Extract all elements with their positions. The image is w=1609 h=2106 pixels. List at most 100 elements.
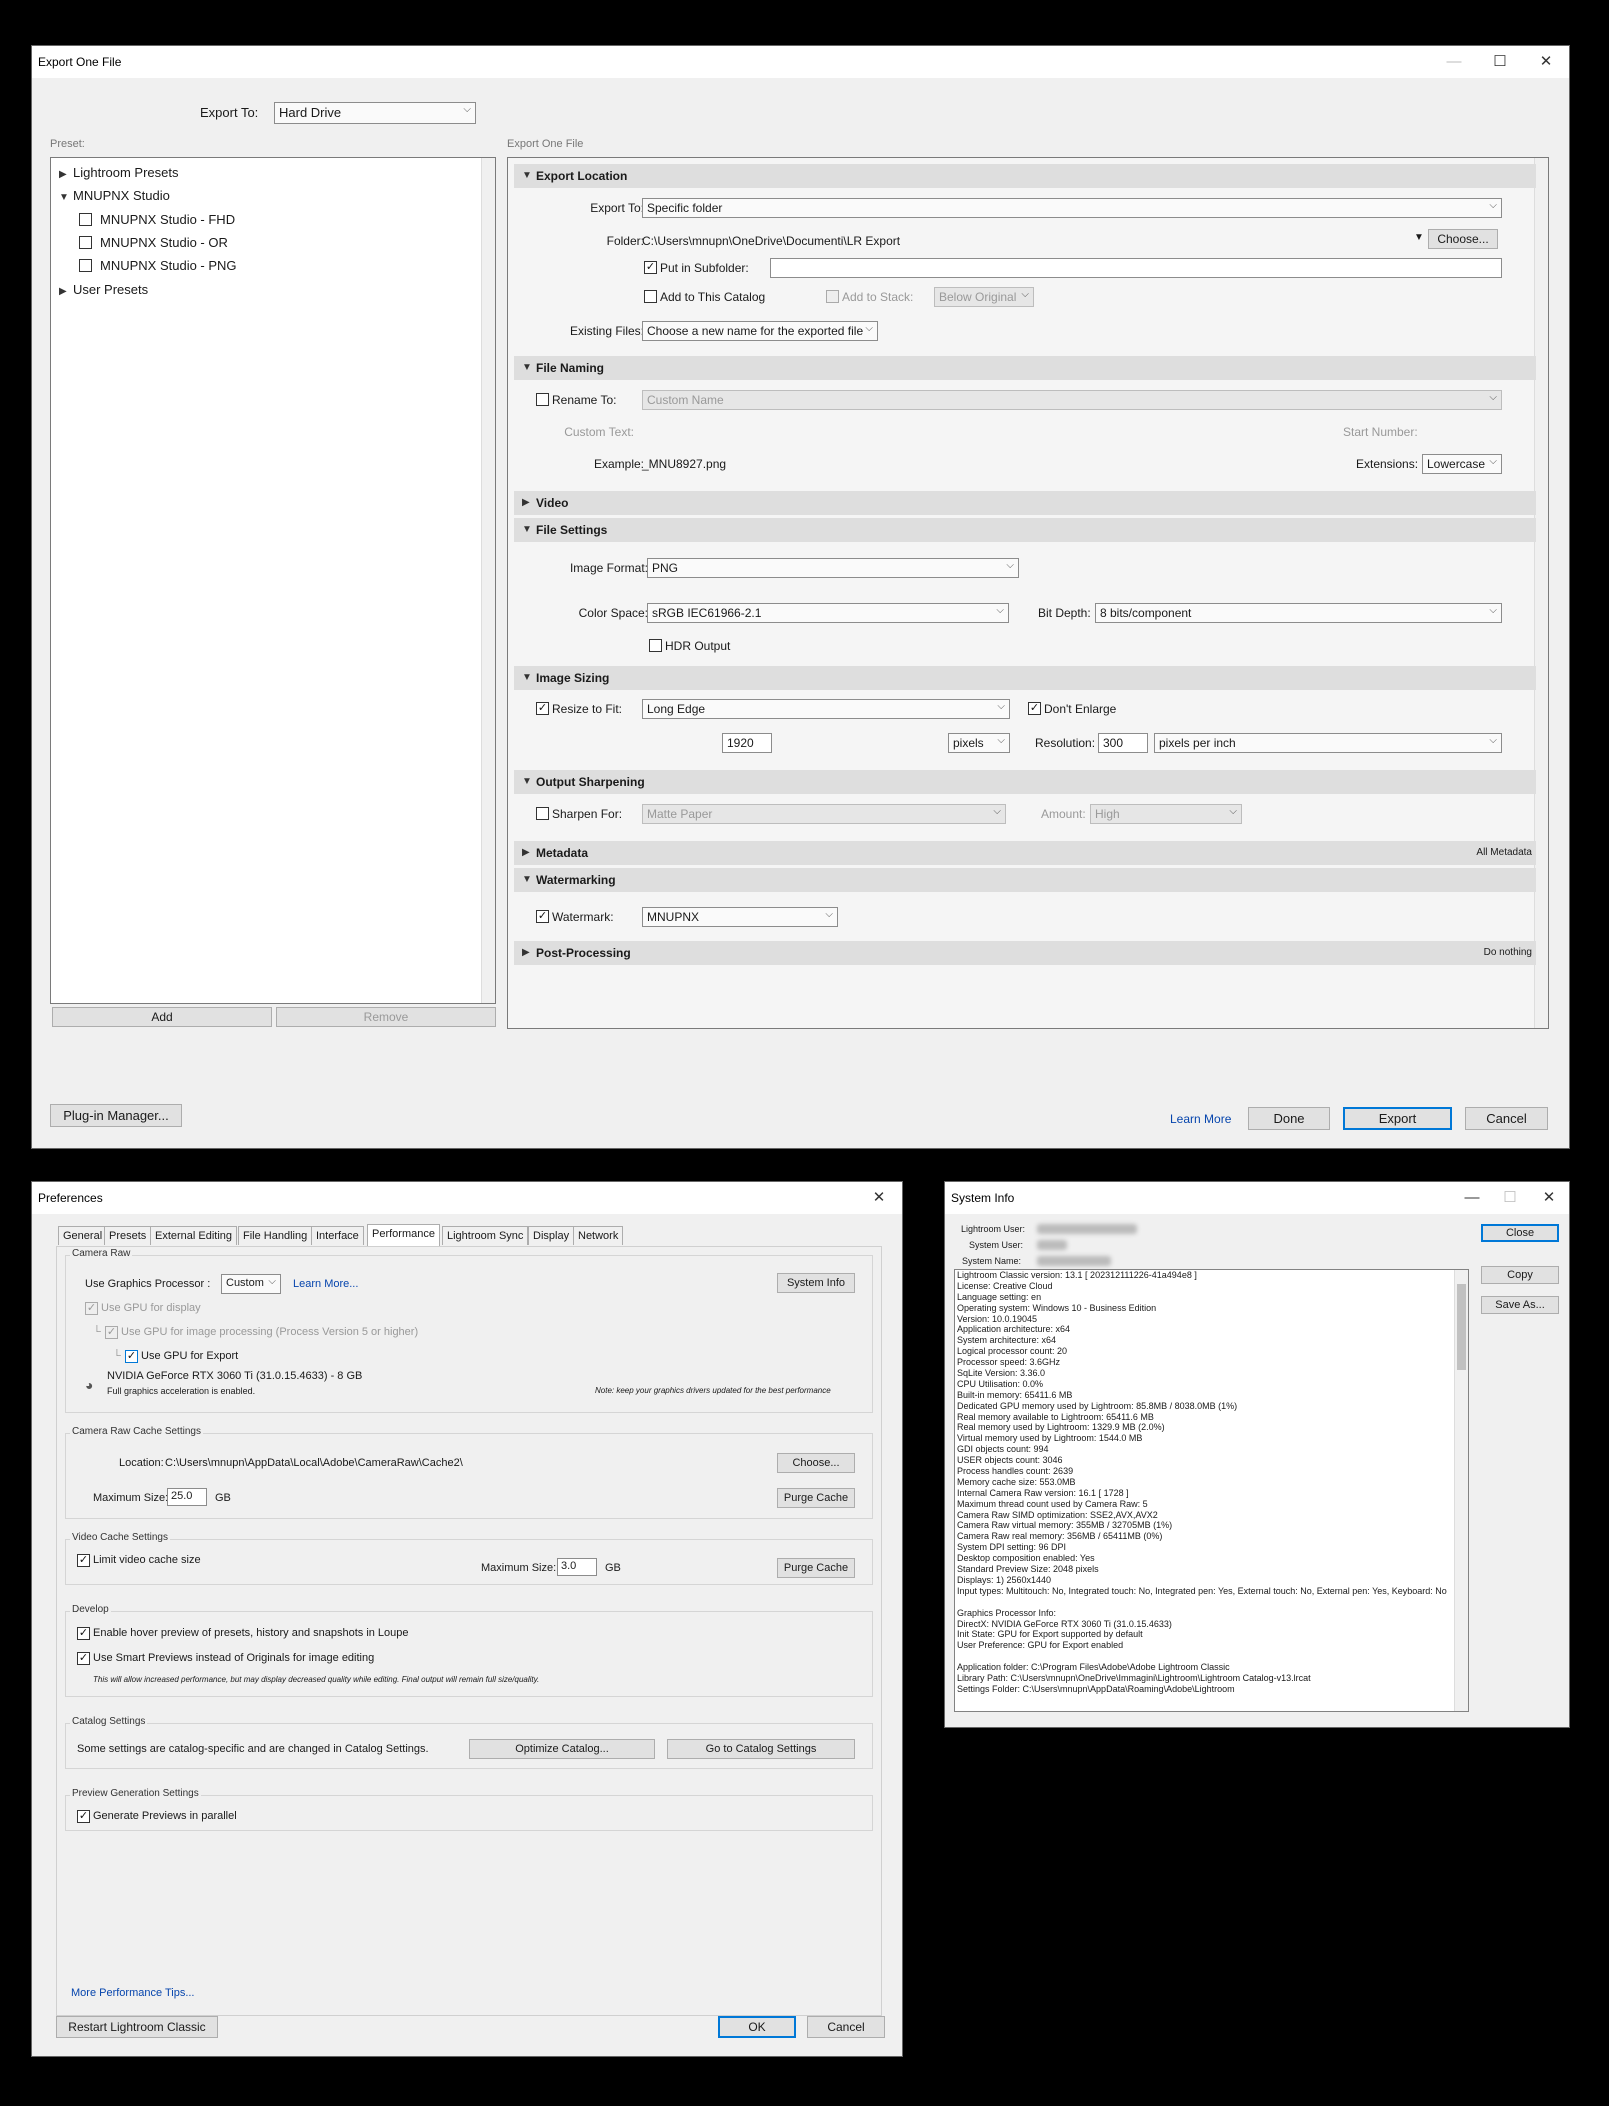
gp-learn-more-link[interactable]: Learn More...	[293, 1278, 358, 1290]
bit-depth-select[interactable]: 8 bits/component	[1095, 603, 1502, 623]
more-tips-link[interactable]: More Performance Tips...	[71, 1987, 195, 1999]
tree-preset-or[interactable]: MNUPNX Studio - OR	[79, 235, 228, 250]
minimize-icon[interactable]: —	[1453, 1182, 1491, 1214]
add-preset-button[interactable]: Add	[52, 1007, 272, 1027]
size-input[interactable]: 1920	[722, 733, 772, 753]
preset-checkbox[interactable]	[79, 236, 92, 249]
maximize-icon[interactable]: ☐	[1491, 1182, 1529, 1214]
cancel-export-button[interactable]: Cancel	[1465, 1107, 1548, 1130]
add-catalog-checkbox[interactable]	[644, 290, 657, 303]
section-file-settings[interactable]: ▼ File Settings	[514, 518, 1536, 542]
export-button[interactable]: Export	[1343, 1107, 1452, 1130]
sysinfo-close-button[interactable]: Close	[1481, 1224, 1559, 1242]
preset-checkbox[interactable]	[79, 259, 92, 272]
section-metadata[interactable]: ▶ Metadata All Metadata	[514, 841, 1536, 865]
export-to-select[interactable]: Hard Drive	[274, 102, 476, 124]
existing-files-select[interactable]: Choose a new name for the exported file	[642, 321, 878, 341]
tab-file-handling[interactable]: File Handling	[238, 1226, 313, 1245]
resize-checkbox[interactable]: ✓	[536, 702, 549, 715]
close-icon[interactable]: ✕	[1523, 46, 1569, 78]
done-button[interactable]: Done	[1248, 1107, 1330, 1130]
resize-mode-select[interactable]: Long Edge	[642, 699, 1010, 719]
section-post-processing[interactable]: ▶ Post-Processing Do nothing	[514, 941, 1536, 965]
parallel-previews-checkbox[interactable]: ✓	[77, 1810, 90, 1823]
resolution-input[interactable]: 300	[1098, 733, 1148, 753]
tree-preset-png[interactable]: MNUPNX Studio - PNG	[79, 258, 237, 273]
resolution-unit-select[interactable]: pixels per inch	[1154, 733, 1502, 753]
remove-preset-button[interactable]: Remove	[276, 1007, 496, 1027]
gpu-display-checkbox[interactable]: ✓	[85, 1302, 98, 1315]
sharpen-checkbox[interactable]	[536, 807, 549, 820]
watermark-checkbox[interactable]: ✓	[536, 910, 549, 923]
size-unit-select[interactable]: pixels	[948, 733, 1010, 753]
learn-more-link[interactable]: Learn More	[1170, 1112, 1231, 1126]
tab-display[interactable]: Display	[528, 1226, 575, 1245]
section-image-sizing[interactable]: ▼ Image Sizing	[514, 666, 1536, 690]
section-watermarking[interactable]: ▼ Watermarking	[514, 868, 1536, 892]
color-space-select[interactable]: sRGB IEC61966-2.1	[647, 603, 1009, 623]
cache-choose-button[interactable]: Choose...	[777, 1453, 855, 1473]
ok-button[interactable]: OK	[718, 2016, 796, 2038]
watermark-select[interactable]: MNUPNX	[642, 907, 838, 927]
section-file-naming[interactable]: ▼ File Naming	[514, 356, 1536, 380]
gpu-export-checkbox[interactable]: ✓	[125, 1350, 138, 1363]
tab-interface[interactable]: Interface	[311, 1226, 364, 1245]
add-stack-checkbox[interactable]	[826, 290, 839, 303]
location-export-to-select[interactable]: Specific folder	[642, 198, 1502, 218]
hover-preview-checkbox[interactable]: ✓	[77, 1627, 90, 1640]
preset-scrollbar[interactable]	[481, 158, 495, 1003]
amount-select[interactable]: High	[1090, 804, 1242, 824]
tree-lightroom-presets[interactable]: ▶ Lightroom Presets	[59, 165, 179, 180]
tab-performance[interactable]: Performance	[367, 1224, 440, 1246]
rename-checkbox[interactable]	[536, 393, 549, 406]
extensions-select[interactable]: Lowercase	[1422, 454, 1502, 474]
image-format-select[interactable]: PNG	[647, 558, 1019, 578]
section-video[interactable]: ▶ Video	[514, 491, 1536, 515]
preset-list[interactable]: ▶ Lightroom Presets ▼ MNUPNX Studio MNUPNX…	[50, 157, 496, 1004]
section-output-sharpening[interactable]: ▼ Output Sharpening	[514, 770, 1536, 794]
purge-video-cache-button[interactable]: Purge Cache	[777, 1558, 855, 1578]
smart-previews-checkbox[interactable]: ✓	[77, 1652, 90, 1665]
use-gp-select[interactable]: Custom	[221, 1274, 281, 1294]
section-export-location[interactable]: ▼ Export Location	[514, 164, 1536, 188]
tree-user-presets[interactable]: ▶ User Presets	[59, 282, 148, 297]
tab-external-editing[interactable]: External Editing	[150, 1226, 238, 1245]
rename-template-select[interactable]: Custom Name	[642, 390, 1502, 410]
tab-network[interactable]: Network	[573, 1226, 624, 1245]
cache-max-input[interactable]: 25.0	[167, 1488, 207, 1506]
tree-mnupnx-studio[interactable]: ▼ MNUPNX Studio	[59, 188, 170, 203]
restart-button[interactable]: Restart Lightroom Classic	[56, 2016, 218, 2038]
choose-folder-button[interactable]: Choose...	[1428, 229, 1498, 249]
close-icon[interactable]: ✕	[856, 1182, 902, 1214]
info-scrollbar[interactable]	[1454, 1270, 1468, 1711]
folder-dropdown-icon[interactable]: ▼	[1414, 232, 1424, 243]
tab-lightroom-sync[interactable]: Lightroom Sync	[442, 1226, 529, 1245]
goto-catalog-button[interactable]: Go to Catalog Settings	[667, 1739, 855, 1759]
sysinfo-copy-button[interactable]: Copy	[1481, 1266, 1559, 1284]
stack-position-select[interactable]: Below Original	[934, 287, 1034, 307]
gpu-processing-checkbox[interactable]: ✓	[105, 1326, 118, 1339]
system-info-button[interactable]: System Info	[777, 1273, 855, 1293]
cancel-preferences-button[interactable]: Cancel	[807, 2016, 885, 2038]
video-max-input[interactable]: 3.0	[557, 1558, 597, 1576]
system-info-text[interactable]: Lightroom Classic version: 13.1 [ 202312…	[954, 1269, 1469, 1712]
subfolder-input[interactable]	[770, 258, 1502, 278]
optimize-catalog-button[interactable]: Optimize Catalog...	[469, 1739, 655, 1759]
tab-presets[interactable]: Presets	[104, 1226, 152, 1245]
close-icon[interactable]: ✕	[1529, 1182, 1569, 1214]
maximize-icon[interactable]: ☐	[1477, 46, 1523, 78]
preset-checkbox[interactable]	[79, 213, 92, 226]
hdr-output-checkbox[interactable]	[649, 639, 662, 652]
sysinfo-save-button[interactable]: Save As...	[1481, 1296, 1559, 1314]
limit-video-checkbox[interactable]: ✓	[77, 1554, 90, 1567]
tree-preset-fhd[interactable]: MNUPNX Studio - FHD	[79, 212, 235, 227]
scroll-thumb[interactable]	[1457, 1284, 1466, 1370]
purge-cache-button[interactable]: Purge Cache	[777, 1488, 855, 1508]
settings-scrollbar[interactable]	[1534, 158, 1548, 1028]
sharpen-for-select[interactable]: Matte Paper	[642, 804, 1006, 824]
dont-enlarge-checkbox[interactable]: ✓	[1028, 702, 1041, 715]
plugin-manager-button[interactable]: Plug-in Manager...	[50, 1104, 182, 1127]
subfolder-checkbox[interactable]: ✓	[644, 261, 657, 274]
tab-general[interactable]: General	[58, 1226, 108, 1245]
minimize-icon[interactable]: —	[1431, 46, 1477, 78]
